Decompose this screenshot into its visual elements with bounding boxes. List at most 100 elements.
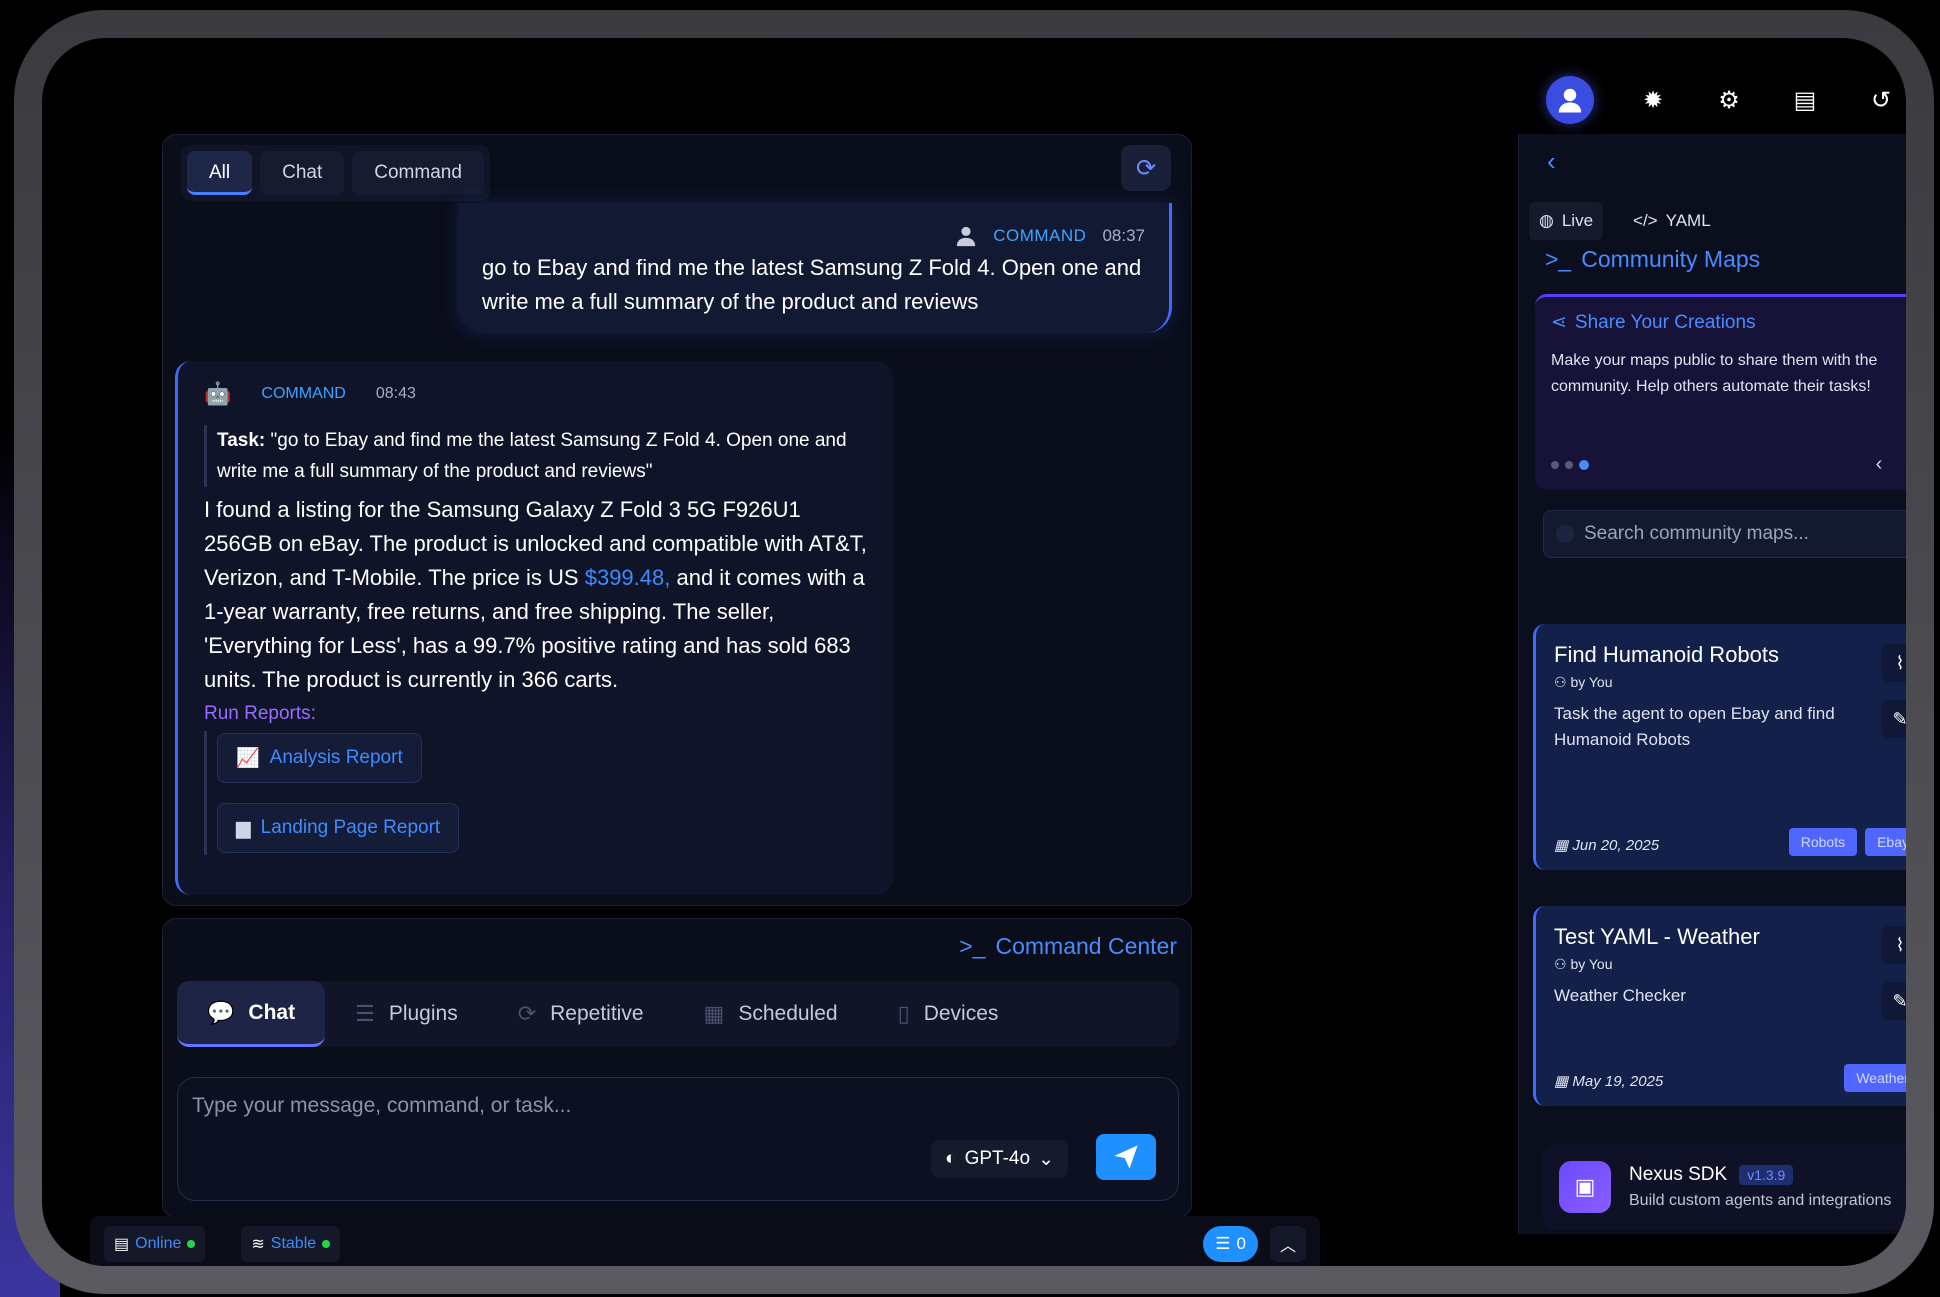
calendar-icon: ▦ — [1554, 837, 1569, 854]
chevron-left-icon[interactable]: ‹ — [1876, 453, 1883, 476]
price-link[interactable]: $399.48, — [585, 565, 671, 590]
mode-devices[interactable]: ▯ Devices — [868, 981, 1029, 1047]
report-label: Landing Page Report — [260, 817, 441, 838]
carousel-arrows: ‹ › — [1876, 453, 1906, 476]
queue-counter[interactable]: ☰ 0 — [1203, 1226, 1258, 1262]
map-card[interactable]: Find Humanoid Robots ⚇ by You Task the a… — [1533, 624, 1906, 870]
map-card[interactable]: Test YAML - Weather ⚇ by You Weather Che… — [1533, 906, 1906, 1106]
carousel-dot-active[interactable] — [1579, 460, 1589, 470]
chart-icon: 📈 — [236, 748, 260, 769]
device-frame: ✹ ⚙ ▤ ↺ All Chat Command ⟳ COMMAND 08:37… — [14, 10, 1934, 1294]
mode-plugins[interactable]: ☰ Plugins — [325, 981, 488, 1047]
gear-icon[interactable]: ⚙ — [1712, 83, 1746, 117]
message-composer: ◐ GPT-4o ⌄ — [177, 1077, 1179, 1201]
share-icon: ⋖ — [1551, 312, 1567, 333]
edit-icon[interactable]: ✎ — [1881, 700, 1906, 738]
user-icon — [957, 226, 976, 247]
chat-filter-tabs: All Chat Command — [181, 145, 490, 201]
tab-label: YAML — [1665, 211, 1711, 230]
carousel-dots — [1551, 460, 1589, 470]
repeat-icon: ⟳ — [517, 1001, 537, 1026]
send-button[interactable] — [1096, 1134, 1156, 1180]
connection-status: ≋ Stable — [241, 1226, 341, 1262]
tab-all[interactable]: All — [187, 151, 253, 195]
message-input[interactable] — [192, 1094, 892, 1118]
search-icon — [1556, 525, 1574, 543]
code-icon: </> — [1633, 211, 1658, 230]
status-dot — [187, 1240, 196, 1248]
share-banner: ⋖ Share Your Creations Make your maps pu… — [1535, 294, 1906, 490]
analysis-report-button[interactable]: 📈 Analysis Report — [217, 733, 422, 783]
list-icon: ☰ — [355, 1001, 375, 1026]
chevron-up-icon[interactable]: ︿ — [1270, 1226, 1306, 1262]
task-quote: Task: "go to Ebay and find me the latest… — [204, 425, 867, 487]
run-reports-label: Run Reports: — [204, 703, 316, 724]
card-author-label: by You — [1570, 674, 1613, 690]
online-status: ▤ Online — [104, 1226, 206, 1262]
server-icon: ▤ — [114, 1236, 130, 1253]
landing-page-report-button[interactable]: ▆ Landing Page Report — [217, 803, 460, 853]
mode-scheduled[interactable]: ▦ Scheduled — [674, 981, 868, 1047]
document-icon[interactable]: ▤ — [1788, 83, 1822, 117]
carousel-dot[interactable] — [1551, 461, 1559, 469]
user-icon — [1558, 88, 1582, 113]
command-center-panel: >_ Command Center 💬 Chat ☰ Plugins ⟳ Rep… — [162, 918, 1192, 1218]
edit-icon[interactable]: ✎ — [1881, 982, 1906, 1020]
share-text: Make your maps public to share them with… — [1551, 352, 1878, 395]
card-title: Find Humanoid Robots — [1554, 642, 1780, 667]
counter-value: 0 — [1236, 1234, 1246, 1253]
sdk-title: Nexus SDK — [1629, 1164, 1728, 1185]
card-author: ⚇ by You — [1554, 956, 1906, 973]
user-message-meta: COMMAND 08:37 — [482, 225, 1145, 247]
calendar-icon: ▦ — [1554, 1073, 1569, 1090]
model-selector[interactable]: ◐ GPT-4o ⌄ — [931, 1140, 1068, 1178]
theme-icon[interactable]: ✹ — [1636, 83, 1670, 117]
message-type-label: COMMAND — [993, 226, 1087, 245]
community-search — [1543, 510, 1906, 558]
globe-icon: ◍ — [1539, 211, 1554, 230]
tag[interactable]: Weather — [1844, 1064, 1906, 1092]
history-icon[interactable]: ↺ — [1864, 83, 1898, 117]
chevron-left-icon[interactable]: ‹ — [1547, 146, 1556, 177]
bot-message: 🤖 COMMAND 08:43 Task: "go to Ebay and fi… — [175, 361, 893, 895]
tab-command[interactable]: Command — [352, 151, 484, 195]
mode-label: Devices — [923, 1002, 999, 1025]
card-description: Task the agent to open Ebay and find Hum… — [1554, 704, 1835, 749]
mode-chat[interactable]: 💬 Chat — [177, 981, 326, 1047]
search-input[interactable] — [1584, 523, 1906, 545]
card-tags: Weather — [1844, 1064, 1906, 1092]
stable-label: Stable — [270, 1235, 317, 1252]
tab-label: Live — [1561, 211, 1594, 230]
mode-tabs: 💬 Chat ☰ Plugins ⟳ Repetitive ▦ Schedule… — [177, 981, 1179, 1047]
mode-repetitive[interactable]: ⟳ Repetitive — [488, 981, 674, 1047]
attach-icon[interactable]: ⌇ — [1881, 644, 1906, 682]
sdk-promo[interactable]: ▣ Nexus SDK v1.3.9 Build custom agents a… — [1543, 1144, 1906, 1230]
tab-yaml[interactable]: </> YAML — [1623, 202, 1721, 240]
tab-chat[interactable]: Chat — [260, 151, 345, 195]
report-label: Analysis Report — [269, 747, 403, 768]
calendar-icon: ▦ — [703, 1001, 725, 1026]
chat-panel: All Chat Command ⟳ COMMAND 08:37 go to E… — [162, 134, 1192, 906]
attach-icon[interactable]: ⌇ — [1881, 926, 1906, 964]
card-tags: Robots Ebay — [1788, 828, 1906, 856]
community-panel: ‹ ◍ Live </> YAML >_ Community Maps ⋖ Sh… — [1518, 134, 1906, 1234]
user-message: COMMAND 08:37 go to Ebay and find me the… — [458, 203, 1172, 333]
person-icon: ⚇ — [1554, 674, 1567, 690]
status-dot — [322, 1240, 331, 1248]
terminal-icon: >_ — [959, 933, 986, 959]
terminal-icon: >_ — [1545, 246, 1572, 272]
mode-label: Scheduled — [738, 1002, 838, 1025]
card-title: Test YAML - Weather — [1554, 924, 1760, 949]
carousel-dot[interactable] — [1565, 461, 1573, 469]
tag[interactable]: Ebay — [1865, 828, 1906, 856]
refresh-icon[interactable]: ⟳ — [1121, 145, 1171, 191]
share-title: ⋖ Share Your Creations — [1551, 311, 1906, 334]
view-tabs: ◍ Live </> YAML — [1529, 202, 1721, 240]
status-bar: ▤ Online ≋ Stable ☰ 0 ︿ — [90, 1216, 1320, 1266]
file-icon: ▆ — [236, 817, 251, 839]
tab-live[interactable]: ◍ Live — [1529, 202, 1604, 240]
tag[interactable]: Robots — [1788, 828, 1858, 856]
chat-icon: 💬 — [207, 999, 235, 1025]
card-author-label: by You — [1570, 956, 1613, 972]
user-avatar[interactable] — [1546, 76, 1594, 124]
